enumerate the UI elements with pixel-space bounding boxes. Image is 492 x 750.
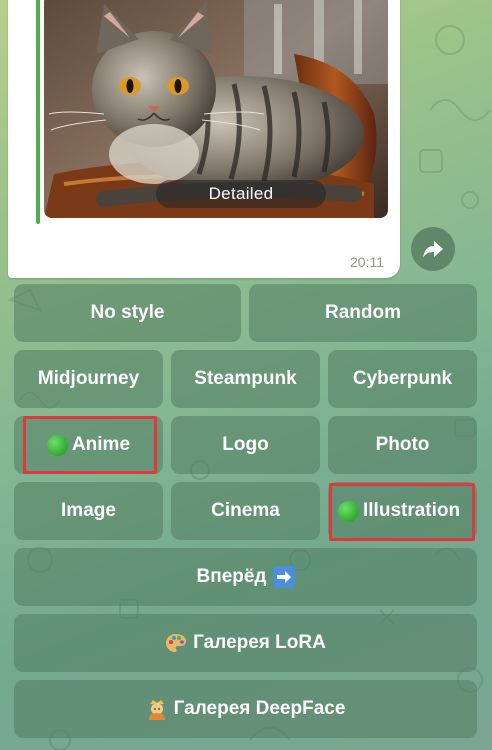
style-button-label: Image [61,500,116,521]
style-button-random[interactable]: Random [249,284,477,342]
style-button-cinema[interactable]: Cinema [171,482,320,540]
forward-arrow-icon [423,241,443,258]
style-button-cyberpunk[interactable]: Cyberpunk [328,350,477,408]
style-button-photo[interactable]: Photo [328,416,477,474]
style-button-label: Illustration [363,500,461,521]
style-button-label: Logo [222,434,269,455]
style-button-illustration[interactable]: Illustration [328,482,477,540]
style-button-image[interactable]: Image [14,482,163,540]
person-emoji-icon [146,698,168,720]
forward-button[interactable] [411,227,455,271]
style-button-label: No style [90,302,165,323]
style-button-label: Random [325,302,401,323]
right-arrow-icon [272,566,295,588]
image-caption-pill: Detailed [156,180,326,208]
style-button-label: Anime [71,434,131,455]
generated-image[interactable]: Detailed [44,0,388,218]
style-button-logo[interactable]: Logo [171,416,320,474]
next-button-label: Вперёд [196,566,267,587]
green-circle-icon [338,500,359,522]
message-time: 20:11 [350,254,384,270]
style-button-label: Cinema [211,500,280,521]
image-message-bubble[interactable]: Detailed 20:11 [8,0,400,278]
style-button-no-style[interactable]: No style [14,284,241,342]
style-button-steampunk[interactable]: Steampunk [171,350,320,408]
style-button-label: Steampunk [194,368,297,389]
artist-palette-icon [165,632,187,654]
green-circle-icon [46,434,68,456]
gallery-deepface-button[interactable]: Галерея DeepFace [14,680,477,738]
style-button-midjourney[interactable]: Midjourney [14,350,163,408]
next-button[interactable]: Вперёд [14,548,477,606]
reply-accent-bar [36,0,40,224]
style-button-label: Cyberpunk [352,368,453,389]
gallery-deepface-label: Галерея DeepFace [173,698,346,719]
gallery-lora-button[interactable]: Галерея LoRA [14,614,477,672]
style-button-label: Midjourney [37,368,140,389]
gallery-lora-label: Галерея LoRA [193,632,326,653]
style-button-anime[interactable]: Anime [14,416,163,474]
style-button-label: Photo [375,434,430,455]
